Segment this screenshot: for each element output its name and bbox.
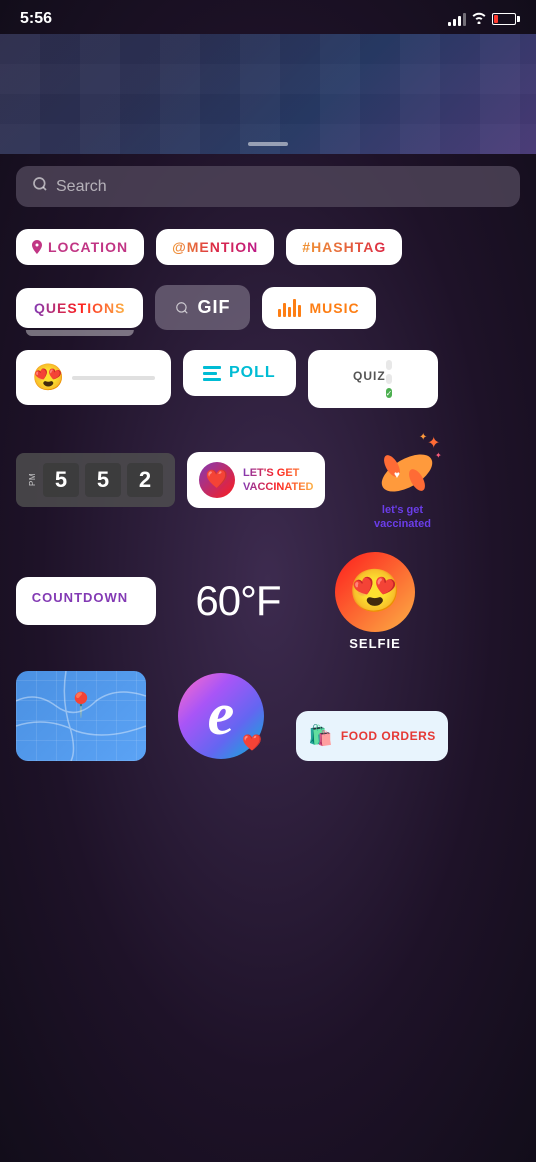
gif-label: GIF [197, 297, 230, 318]
sticker-grid: LOCATION @MENTION #HASHTAG QUESTIONS GIF [0, 219, 536, 661]
signal-bars-icon [448, 12, 466, 26]
status-bar: 5:56 [0, 0, 536, 34]
svg-text:e: e [208, 681, 235, 747]
sticker-row-4: PM 5 5 2 ❤️ LET'S GETVACCINATED ♥ [16, 428, 520, 532]
sticker-time[interactable]: PM 5 5 2 [16, 453, 175, 507]
svg-text:✦: ✦ [427, 435, 440, 452]
sticker-food-orders[interactable]: 🛍️ FOOD ORDERS [296, 711, 448, 761]
sticker-map[interactable]: 📍 [16, 671, 146, 761]
get-vaccinated-art-label: let's getvaccinated [374, 503, 431, 532]
check-icon: ✓ [386, 389, 393, 398]
sticker-location[interactable]: LOCATION [16, 229, 144, 265]
time-ampm-label: PM [28, 473, 37, 486]
time-display: 5 5 2 [43, 463, 163, 497]
svg-text:♥: ♥ [395, 470, 401, 481]
temperature-label: 60°F [195, 577, 280, 625]
location-label: LOCATION [48, 239, 128, 255]
svg-text:✦: ✦ [419, 432, 427, 443]
sticker-selfie[interactable]: 😍 SELFIE [320, 552, 430, 651]
drag-handle[interactable] [248, 142, 288, 146]
sticker-quiz[interactable]: QUIZ ✓ [308, 350, 438, 408]
sticker-row-3: 😍 POLL QUIZ ✓ [16, 350, 520, 408]
map-lines-art [16, 671, 146, 761]
sticker-poll[interactable]: POLL [183, 350, 296, 396]
poll-lines-icon [203, 366, 221, 381]
poll-label: POLL [229, 364, 276, 382]
vaccinated-label: LET'S GETVACCINATED [243, 466, 313, 495]
sticker-vaccinated[interactable]: ❤️ LET'S GETVACCINATED [187, 452, 325, 508]
quiz-option-1 [386, 360, 393, 370]
location-pin-icon [32, 240, 42, 254]
food-orders-label: FOOD ORDERS [341, 729, 436, 743]
battery-fill [494, 15, 498, 23]
selfie-circle: 😍 [335, 552, 415, 632]
sticker-hashtag[interactable]: #HASHTAG [286, 229, 402, 265]
time-digit-5b: 5 [85, 463, 121, 497]
status-time: 5:56 [20, 10, 52, 28]
quiz-label: QUIZ [353, 369, 386, 383]
selfie-label: SELFIE [349, 636, 401, 651]
countdown-label: COUNTDOWN [32, 590, 128, 605]
hashtag-label: #HASHTAG [302, 239, 386, 255]
sticker-row-1: LOCATION @MENTION #HASHTAG [16, 229, 520, 265]
selfie-emoji-icon: 😍 [349, 567, 401, 616]
heart-icon: ❤️ [206, 469, 228, 490]
sticker-music[interactable]: MUSIC [262, 287, 375, 329]
search-bar[interactable]: Search [16, 166, 520, 207]
mention-label: @MENTION [172, 239, 258, 255]
sticker-gif[interactable]: GIF [155, 285, 250, 330]
search-icon [32, 176, 48, 197]
wifi-icon [471, 12, 487, 27]
sticker-temperature[interactable]: 60°F [168, 577, 308, 625]
bottom-row: 📍 e ❤️ [0, 671, 536, 761]
time-digit-2: 2 [127, 463, 163, 497]
music-label: MUSIC [309, 300, 359, 316]
quiz-option-correct: ✓ [386, 388, 393, 398]
emoji-slider-track[interactable] [72, 376, 155, 380]
sticker-get-vaccinated-art[interactable]: ♥ ✦ ✦ ✦ let's getvaccinated [337, 428, 467, 532]
sticker-row-2: QUESTIONS GIF MUSIC [16, 285, 520, 330]
vaccinated-heart-icon: ❤️ [199, 462, 235, 498]
quiz-option-2 [386, 374, 393, 384]
sticker-countdown[interactable]: COUNTDOWN [16, 577, 156, 625]
heart-decoration-icon: ❤️ [242, 733, 262, 753]
search-gif-icon [175, 301, 189, 315]
countdown-blocks [128, 587, 140, 615]
time-digit-5a: 5 [43, 463, 79, 497]
sticker-emoji-slider[interactable]: 😍 [16, 350, 171, 405]
status-icons [448, 12, 516, 27]
sticker-mention[interactable]: @MENTION [156, 229, 274, 265]
emoji-heart-eyes-icon: 😍 [32, 362, 64, 393]
quiz-options: ✓ [386, 360, 393, 398]
battery-icon [492, 13, 516, 25]
sticker-questions[interactable]: QUESTIONS [16, 288, 143, 328]
search-container: Search [0, 154, 536, 219]
sticker-cursive-e[interactable]: e ❤️ [146, 671, 296, 761]
svg-text:✦: ✦ [435, 451, 442, 460]
header-image [0, 34, 536, 154]
questions-label: QUESTIONS [34, 300, 125, 316]
food-bag-icon: 🛍️ [308, 723, 333, 748]
vaccinated-bandaid-art: ♥ ✦ ✦ ✦ [357, 428, 447, 503]
sticker-row-5: COUNTDOWN 60°F 😍 SELFIE [16, 552, 520, 651]
search-placeholder: Search [56, 178, 107, 196]
music-bars-icon [278, 299, 301, 317]
